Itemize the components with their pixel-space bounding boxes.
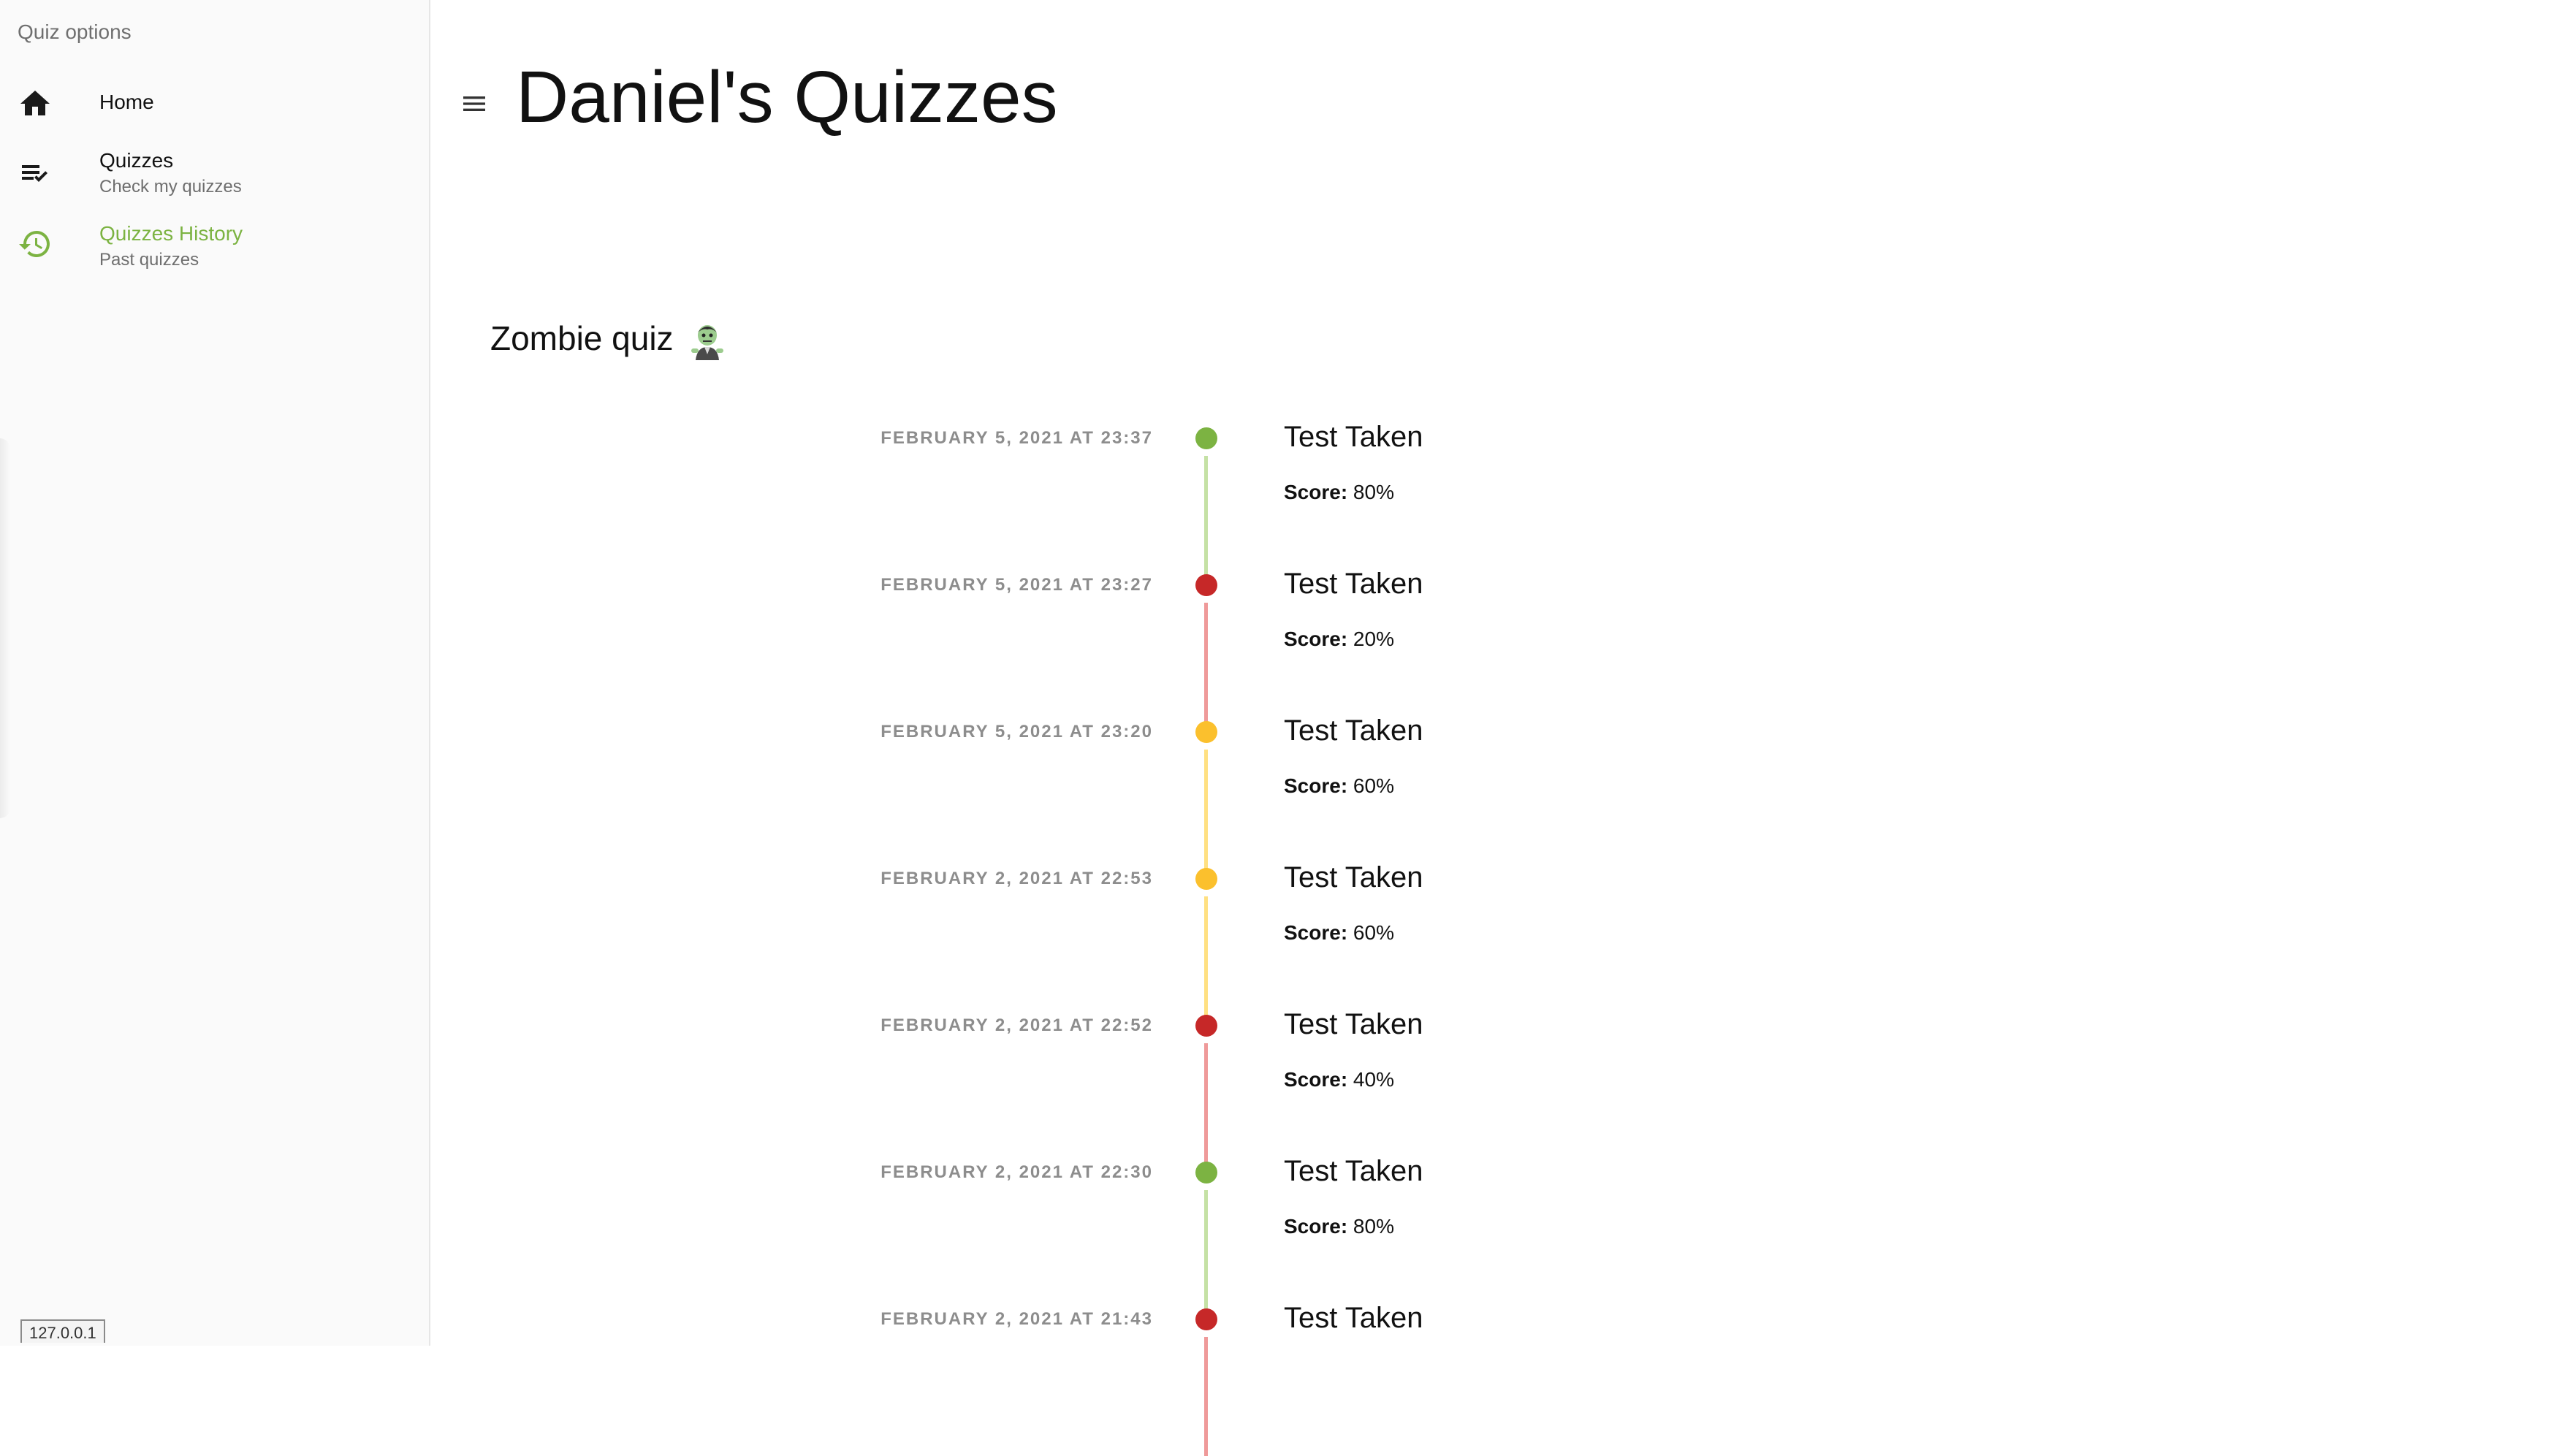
timeline-heading: Test Taken [1284, 861, 1423, 893]
timeline-heading: Test Taken [1284, 1008, 1423, 1040]
timeline-heading: Test Taken [1284, 1155, 1423, 1187]
timeline-heading: Test Taken [1284, 1302, 1423, 1334]
timeline-score: Score: 40% [1284, 1068, 1394, 1091]
score-label: Score: [1284, 921, 1348, 944]
timeline-connector [1204, 1190, 1208, 1309]
timeline-date: FEBRUARY 5, 2021 AT 23:37 [880, 428, 1153, 448]
timeline-heading: Test Taken [1284, 714, 1423, 747]
timeline-dot-green [1195, 1162, 1217, 1184]
timeline-score: Score: 20% [1284, 628, 1394, 651]
timeline-score: Score: 60% [1284, 921, 1394, 945]
score-value: 40% [1347, 1068, 1394, 1091]
score-label: Score: [1284, 1215, 1348, 1238]
timeline-connector [1204, 750, 1208, 869]
timeline-connector [1204, 603, 1208, 722]
timeline-heading: Test Taken [1284, 568, 1423, 600]
timeline-connector [1204, 1337, 1208, 1456]
score-label: Score: [1284, 481, 1348, 503]
score-label: Score: [1284, 1068, 1348, 1091]
timeline-date: FEBRUARY 2, 2021 AT 22:30 [880, 1162, 1153, 1182]
timeline-date: FEBRUARY 2, 2021 AT 22:52 [880, 1015, 1153, 1035]
timeline-dot-red [1195, 1308, 1217, 1330]
timeline-date: FEBRUARY 5, 2021 AT 23:20 [880, 722, 1153, 742]
timeline-dot-green [1195, 427, 1217, 449]
timeline-score: Score: 80% [1284, 1215, 1394, 1238]
score-value: 60% [1347, 774, 1394, 797]
timeline-connector [1204, 456, 1208, 575]
timeline-score: Score: 60% [1284, 774, 1394, 798]
timeline-dot-red [1195, 574, 1217, 596]
timeline-score: Score: 80% [1284, 481, 1394, 504]
score-label: Score: [1284, 774, 1348, 797]
score-value: 20% [1347, 628, 1394, 650]
score-value: 60% [1347, 921, 1394, 944]
timeline-date: FEBRUARY 2, 2021 AT 22:53 [880, 869, 1153, 888]
timeline-dot-red [1195, 1015, 1217, 1037]
timeline-date: FEBRUARY 5, 2021 AT 23:27 [880, 575, 1153, 595]
timeline-dot-yellow [1195, 868, 1217, 890]
timeline-connector [1204, 896, 1208, 1015]
score-value: 80% [1347, 481, 1394, 503]
timeline-date: FEBRUARY 2, 2021 AT 21:43 [880, 1309, 1153, 1329]
quiz-history-timeline: FEBRUARY 5, 2021 AT 23:37 Test Taken Score… [0, 0, 2556, 1456]
score-label: Score: [1284, 628, 1348, 650]
score-value: 80% [1347, 1215, 1394, 1238]
timeline-dot-yellow [1195, 721, 1217, 743]
timeline-connector [1204, 1043, 1208, 1162]
timeline-heading: Test Taken [1284, 421, 1423, 453]
